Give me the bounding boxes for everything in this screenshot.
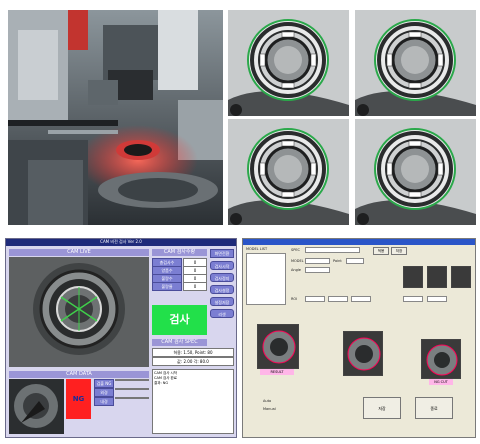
preview-cam-2 [427, 266, 447, 288]
camera-part-image-2 [355, 10, 476, 116]
settings-button[interactable]: 검사설정 [210, 285, 234, 294]
start-button[interactable]: 검사시작 [210, 261, 234, 270]
app1-title: CAM 비전 검사 Ver 2.0 [100, 239, 142, 244]
inspection-app-window: CAM 비전 검사 Ver 2.0 CAM LIVE CAM 검사수량 총검사수… [5, 238, 237, 438]
model-list[interactable] [246, 253, 286, 305]
app1-titlebar: CAM 비전 검사 Ver 2.0 [6, 239, 236, 246]
point-input[interactable] [346, 258, 364, 264]
log-panel: CAM 검사 시작 CAM 검사 완료 결과: NG [152, 369, 234, 434]
cam-data-header: CAM DATA [9, 371, 149, 378]
stop-button[interactable]: 검사정지 [210, 273, 234, 282]
camera-part-image-1 [228, 10, 349, 116]
bottom-save-button[interactable]: 저장 [363, 397, 401, 419]
check-label-2: Manual [263, 407, 276, 411]
live-part-image [9, 257, 149, 367]
setup-app-window: MODEL LIST SPEC MODEL Point Angle 적용 저장 … [242, 238, 476, 438]
input-label-2: MODEL [291, 259, 304, 263]
data-value-3 [115, 397, 149, 399]
screen-switch-button[interactable]: 화면전환 [210, 249, 234, 258]
counter-value-rate: 0 [183, 282, 207, 291]
roi-input-2[interactable] [328, 296, 348, 302]
model-input[interactable] [305, 258, 330, 264]
result-tag-2: NG CUT [429, 379, 453, 385]
input-label-4: Angle [291, 268, 301, 272]
cam-live-header: CAM LIVE [9, 249, 149, 256]
cam-live-view [9, 257, 149, 367]
roi-input-1[interactable] [305, 296, 325, 302]
angle-input[interactable] [305, 267, 330, 273]
save-button[interactable]: 설정저장 [210, 297, 234, 306]
roi-input-3[interactable] [351, 296, 371, 302]
camera-image-4 [355, 119, 476, 225]
counter-label-rate: 불량율 [152, 282, 182, 291]
camera-image-1 [228, 10, 349, 116]
camera-part-image-3 [228, 119, 349, 225]
preview-cam-3 [451, 266, 471, 288]
input-label-3: Point [333, 259, 342, 263]
exit-button[interactable]: 종료 [415, 397, 453, 419]
result-image-2 [343, 331, 383, 376]
row-label-1: ROI [291, 297, 298, 301]
spec-header: CAM 검사 SPEC [152, 339, 207, 346]
check-label-1: Auto [263, 399, 272, 403]
data-label-3: 내경 [94, 397, 114, 406]
result-image-3 [421, 339, 461, 379]
data-label-2: 외경 [94, 388, 114, 397]
cam-data-thumbnail [9, 379, 64, 434]
spec-value-2: 값: 2.00 각: 80.0 [152, 357, 234, 366]
data-label-1: 검출 NG [94, 379, 114, 388]
input-label-1: SPEC [291, 248, 300, 252]
thumbnail-image [9, 379, 64, 434]
reset-button[interactable]: 리셋 [210, 309, 234, 318]
machine-illustration [8, 10, 223, 225]
result-image-1 [257, 324, 299, 369]
apply-button[interactable]: 적용 [373, 247, 389, 255]
machine-photo [8, 10, 223, 225]
log-line-3: 결과: NG [154, 381, 169, 385]
preview-cam-1 [403, 266, 423, 288]
camera-image-2 [355, 10, 476, 116]
result-indicator: 검사 [152, 305, 207, 335]
app2-titlebar [243, 239, 475, 245]
roi-input-4[interactable] [403, 296, 423, 302]
model-list-label: MODEL LIST [246, 247, 268, 251]
camera-image-grid [228, 10, 476, 225]
result-image-3-svg [422, 340, 460, 378]
result-image-2-svg [344, 332, 382, 375]
result-tag-1: RESULT [260, 369, 294, 375]
result-image-1-svg [258, 325, 298, 368]
roi-input-5[interactable] [427, 296, 447, 302]
cam-result-header: CAM 검사수량 [152, 249, 207, 256]
camera-part-image-4 [355, 119, 476, 225]
spec-input[interactable] [305, 247, 360, 253]
camera-image-3 [228, 119, 349, 225]
data-value-1 [115, 379, 149, 381]
data-value-2 [115, 388, 149, 390]
ng-indicator: NG [66, 379, 91, 419]
save-settings-button[interactable]: 저장 [391, 247, 407, 255]
spec-value: 허용: 1.50, Point: 80 [152, 348, 234, 357]
